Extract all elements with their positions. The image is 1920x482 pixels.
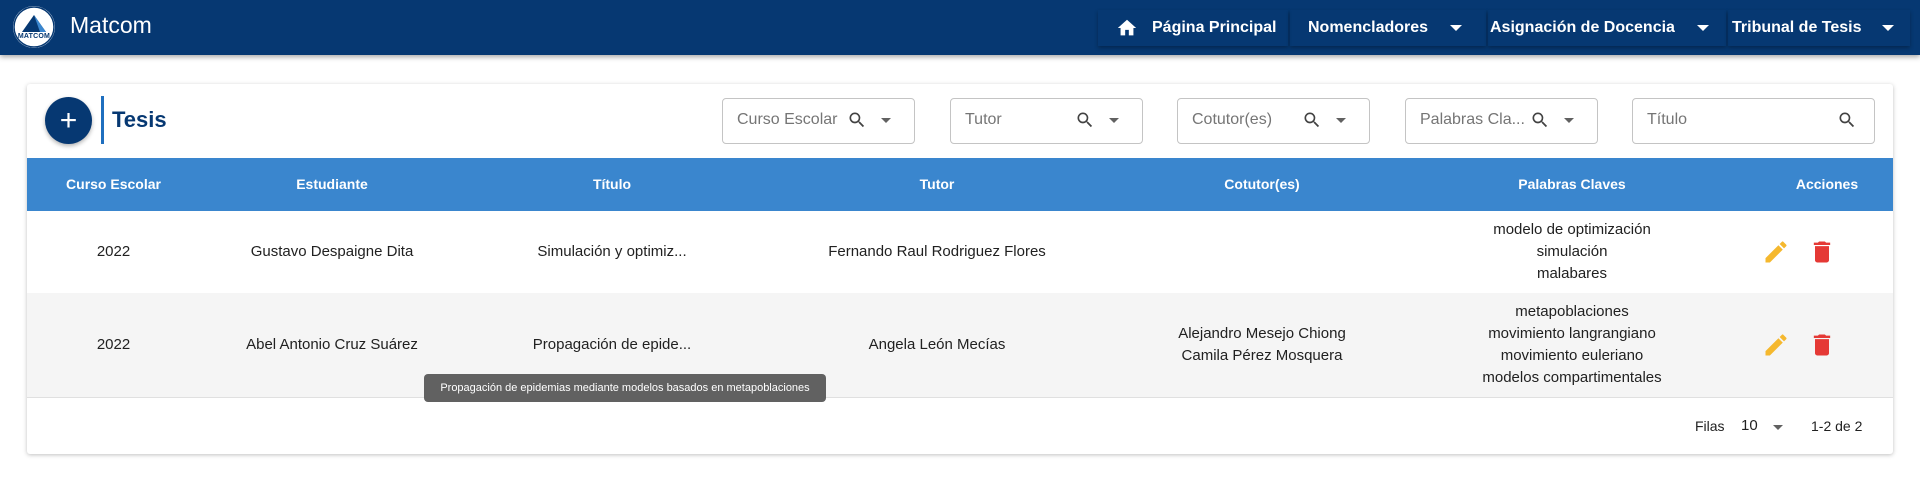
keyword: modelo de optimización [1493,221,1651,238]
column-header-acciones: Acciones [1795,176,1859,192]
nav-tribunal-tesis[interactable]: Tribunal de Tesis [1728,10,1910,46]
cell-palabras-claves: modelo de optimización simulación malaba… [1422,219,1722,285]
nav-tribunal-label: Tribunal de Tesis [1732,19,1862,36]
title-tooltip: Propagación de epidemias mediante modelo… [424,374,826,402]
logo-text: MATCOM [17,33,51,40]
matcom-logo[interactable]: MATCOM [13,6,55,48]
cell-titulo[interactable]: Propagación de epide... [467,336,757,353]
plus-icon: + [59,103,78,137]
rows-dropdown-arrow-icon[interactable] [1773,425,1783,430]
cell-curso-escolar: 2022 [96,336,131,353]
search-icon[interactable] [1075,110,1095,130]
dropdown-arrow-icon[interactable] [1564,118,1574,123]
dropdown-arrow-icon[interactable] [1336,118,1346,123]
column-header-cotutores[interactable]: Cotutor(es) [1112,158,1412,211]
keyword: metapoblaciones [1515,303,1629,320]
filter-cotutores[interactable]: Cotutor(es) [1177,98,1370,144]
table-row: 2022 Gustavo Despaigne Dita Simulación y… [27,211,1893,294]
edit-icon[interactable] [1762,331,1790,359]
filter-tutor[interactable]: Tutor [950,98,1143,144]
rows-per-page-label: Filas [1695,418,1725,434]
cell-cotutores: Alejandro Mesejo Chiong Camila Pérez Mos… [1112,323,1412,367]
filter-palabras-placeholder: Palabras Cla... [1420,111,1525,128]
home-icon [1117,19,1137,36]
delete-icon[interactable] [1808,331,1836,359]
nav-asignacion-docencia[interactable]: Asignación de Docencia [1488,10,1726,46]
title-divider [101,96,104,144]
filter-palabras-claves[interactable]: Palabras Cla... [1405,98,1598,144]
add-tesis-button[interactable]: + [45,97,92,144]
logo-mark-icon [13,6,55,48]
column-header-tutor[interactable]: Tutor [772,158,1102,211]
nav-nomencladores-label: Nomencladores [1308,19,1429,36]
cell-palabras-claves: metapoblaciones movimiento langrangiano … [1422,301,1722,389]
cell-estudiante: Gustavo Despaigne Dita [250,243,414,260]
pagination-range: 1-2 de 2 [1811,418,1863,434]
nav-home[interactable]: Página Principal [1098,10,1288,46]
filter-titulo[interactable]: Título [1632,98,1875,144]
chevron-down-icon [1881,25,1894,31]
column-header-palabras-claves[interactable]: Palabras Claves [1422,158,1722,211]
column-header-estudiante[interactable]: Estudiante [187,158,477,211]
cotutor-name: Camila Pérez Mosquera [1181,347,1343,364]
edit-icon[interactable] [1762,238,1790,266]
cotutor-name: Alejandro Mesejo Chiong [1178,325,1346,342]
cell-tutor: Angela León Mecías [868,336,1006,353]
column-header-titulo[interactable]: Título [467,158,757,211]
cell-curso-escolar: 2022 [96,243,131,260]
cell-titulo[interactable]: Simulación y optimiz... [467,243,757,260]
keyword: modelos compartimentales [1482,369,1662,386]
cell-tutor: Fernando Raul Rodriguez Flores [828,243,1046,260]
top-navbar: MATCOM Matcom Página Principal Nomenclad… [0,0,1920,55]
table-header: Curso Escolar Estudiante Título Tutor Co… [27,158,1893,211]
keyword: movimiento euleriano [1500,347,1644,364]
dropdown-arrow-icon[interactable] [1109,118,1119,123]
chevron-down-icon [1450,25,1463,31]
search-icon[interactable] [1302,110,1322,130]
brand-name[interactable]: Matcom [70,12,152,39]
search-icon[interactable] [1530,110,1550,130]
keyword: simulación [1536,243,1608,260]
filter-titulo-placeholder: Título [1647,111,1688,128]
keyword: malabares [1536,265,1608,282]
filter-curso-escolar[interactable]: Curso Escolar [722,98,915,144]
chevron-down-icon [1696,25,1709,31]
cell-estudiante: Abel Antonio Cruz Suárez [246,336,418,353]
search-icon[interactable] [847,110,867,130]
nav-nomencladores[interactable]: Nomencladores [1290,10,1486,46]
delete-icon[interactable] [1808,238,1836,266]
rows-per-page-select[interactable]: 10 [1741,417,1758,434]
column-header-curso-escolar[interactable]: Curso Escolar [27,158,200,211]
nav-home-label: Página Principal [1152,19,1277,36]
nav-asignacion-label: Asignación de Docencia [1490,19,1675,36]
dropdown-arrow-icon[interactable] [881,118,891,123]
filter-cotutores-placeholder: Cotutor(es) [1192,111,1273,128]
filter-curso-escolar-placeholder: Curso Escolar [737,111,838,128]
page-title: Tesis [112,107,167,132]
keyword: movimiento langrangiano [1488,325,1656,342]
search-icon[interactable] [1837,110,1857,130]
filter-tutor-placeholder: Tutor [965,111,1002,128]
table-row: 2022 Abel Antonio Cruz Suárez Propagació… [27,293,1893,398]
